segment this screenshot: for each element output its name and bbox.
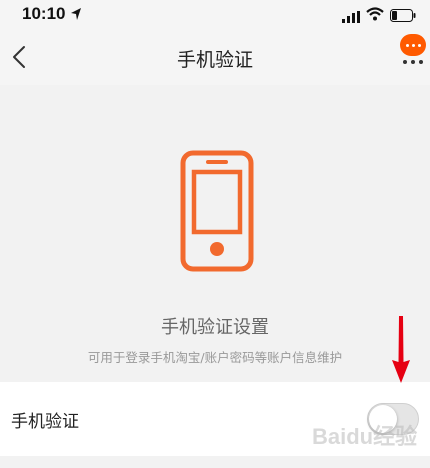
more-menu-button[interactable] — [396, 32, 430, 68]
section-title: 手机验证设置 — [161, 317, 269, 338]
cellular-signal-icon — [342, 8, 360, 27]
setting-label: 手机验证 — [11, 412, 79, 432]
status-bar: 10:10 — [0, 0, 430, 30]
more-dots-icon — [403, 60, 423, 64]
nav-bar: 手机验证 — [0, 30, 430, 85]
smartphone-icon — [180, 150, 254, 276]
wifi-icon — [366, 6, 384, 25]
red-arrow-icon — [390, 316, 412, 388]
status-time: 10:10 — [22, 4, 66, 23]
watermark-text: Baidu经验 — [312, 424, 417, 449]
section-description: 可用于登录手机淘宝/账户密码等账户信息维护 — [87, 350, 343, 365]
location-arrow-icon — [70, 6, 82, 25]
page-title: 手机验证 — [176, 49, 253, 71]
chat-bubble-icon — [400, 34, 426, 56]
watermark: Baidu经验 — [310, 418, 420, 460]
battery-icon — [390, 7, 416, 26]
